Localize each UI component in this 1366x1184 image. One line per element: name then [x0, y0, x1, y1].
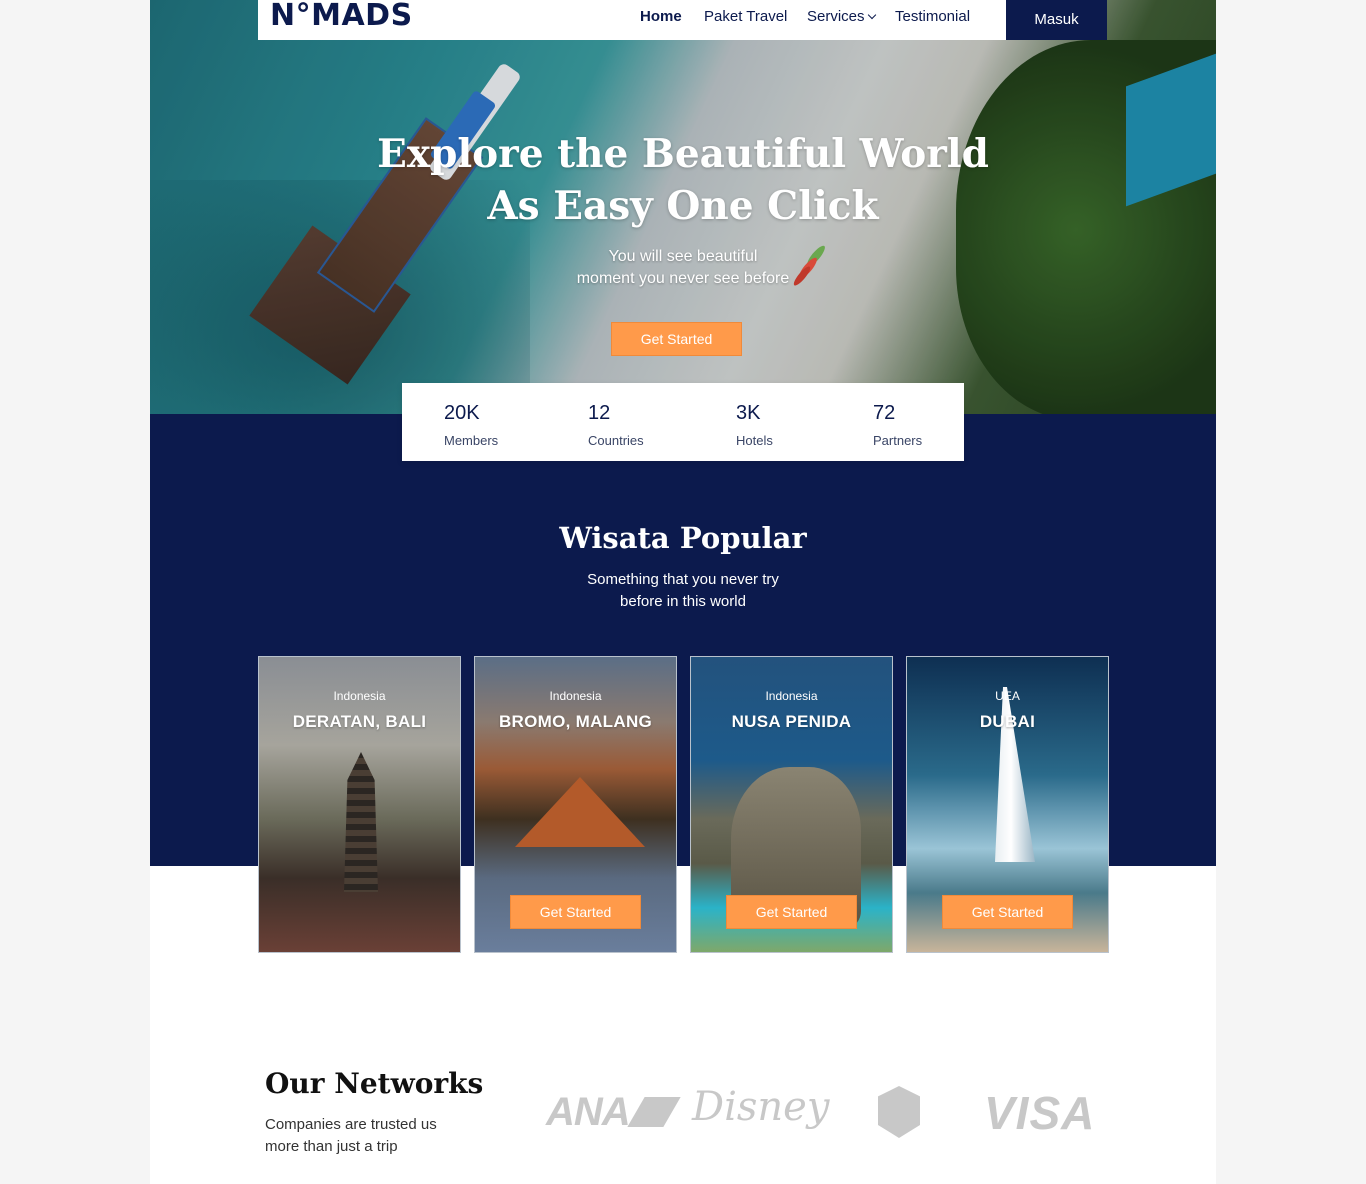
chevron-down-icon: [867, 10, 876, 20]
card-country: UEA: [995, 689, 1020, 703]
stat-value: 3K: [736, 402, 761, 424]
visa-logo: VISA: [984, 1087, 1096, 1139]
logo[interactable]: N°MADS: [270, 0, 413, 32]
navbar: N°MADS Home Paket Travel Services Testim…: [258, 0, 1107, 40]
card-title: DUBAI: [979, 712, 1036, 731]
pagoda-image: [344, 752, 378, 892]
networks-title: Our Networks: [265, 1067, 484, 1100]
card-country: Indonesia: [333, 689, 386, 703]
stat-hotels: 3K Hotels: [736, 401, 773, 448]
disney-logo: Disney: [692, 1084, 830, 1130]
card-get-started-button[interactable]: Get Started: [942, 895, 1073, 929]
hero-subtitle-line1: You will see beautiful: [608, 248, 758, 265]
card-get-started-button[interactable]: Get Started: [726, 895, 857, 929]
popular-title: Wisata Popular: [559, 521, 807, 555]
stat-label: Partners: [873, 433, 923, 448]
stat-value: 12: [588, 402, 611, 424]
card-title: NUSA PENIDA: [731, 712, 852, 731]
popular-subtitle: Something that you never try before in t…: [150, 569, 1216, 613]
card-title: BROMO, MALANG: [498, 712, 653, 731]
destination-card-nusa-penida[interactable]: Indonesia NUSA PENIDA Get Started: [690, 656, 893, 953]
hero-subtitle: You will see beautiful moment you never …: [150, 246, 1216, 290]
stat-countries: 12 Countries: [588, 401, 644, 448]
nav-link-home[interactable]: Home: [640, 8, 682, 25]
popular-subtitle-line2: before in this world: [620, 593, 746, 610]
login-button[interactable]: Masuk: [1006, 0, 1107, 40]
card-get-started-button[interactable]: Get Started: [510, 895, 641, 929]
hero-title-line1: Explore the Beautiful World: [377, 131, 989, 177]
ana-logo-text: ANA: [546, 1090, 631, 1134]
card-country: Indonesia: [549, 689, 602, 703]
networks-subtitle-line2: more than just a trip: [265, 1138, 398, 1155]
destination-card-dubai[interactable]: UEA DUBAI Get Started: [906, 656, 1109, 953]
card-country: Indonesia: [765, 689, 818, 703]
stats-bar: 20K Members 12 Countries 3K Hotels 72 Pa…: [402, 383, 964, 461]
stat-label: Hotels: [736, 433, 773, 448]
stat-members: 20K Members: [444, 401, 498, 448]
hero-get-started-button[interactable]: Get Started: [611, 322, 742, 356]
nav-link-services[interactable]: Services: [807, 8, 876, 25]
page: Explore the Beautiful World As Easy One …: [150, 0, 1216, 1184]
destination-card-bali[interactable]: Indonesia DERATAN, BALI: [258, 656, 461, 953]
stat-label: Members: [444, 433, 499, 448]
shield-logo-icon: [878, 1086, 920, 1138]
networks-subtitle-line1: Companies are trusted us: [265, 1116, 437, 1133]
stat-partners: 72 Partners: [873, 401, 922, 448]
stat-label: Countries: [588, 433, 644, 448]
networks-subtitle: Companies are trusted us more than just …: [265, 1114, 485, 1158]
nav-link-testimonial[interactable]: Testimonial: [895, 8, 970, 25]
volcano-image: [515, 777, 645, 847]
hero-subtitle-line2: moment you never see before: [576, 270, 790, 287]
nav-link-services-label: Services: [807, 8, 865, 25]
destination-card-bromo[interactable]: Indonesia BROMO, MALANG Get Started: [474, 656, 677, 953]
nav-link-paket-travel[interactable]: Paket Travel: [704, 8, 787, 25]
stat-value: 72: [873, 402, 896, 424]
hero-title-line2: As Easy One Click: [487, 183, 879, 229]
stat-value: 20K: [444, 402, 480, 424]
hero-section: Explore the Beautiful World As Easy One …: [150, 0, 1216, 414]
card-title: DERATAN, BALI: [292, 712, 427, 731]
popular-subtitle-line1: Something that you never try: [587, 571, 779, 588]
hero-title: Explore the Beautiful World As Easy One …: [150, 128, 1216, 232]
ana-logo: ANA: [546, 1090, 681, 1135]
kayak-icon: [793, 245, 825, 286]
